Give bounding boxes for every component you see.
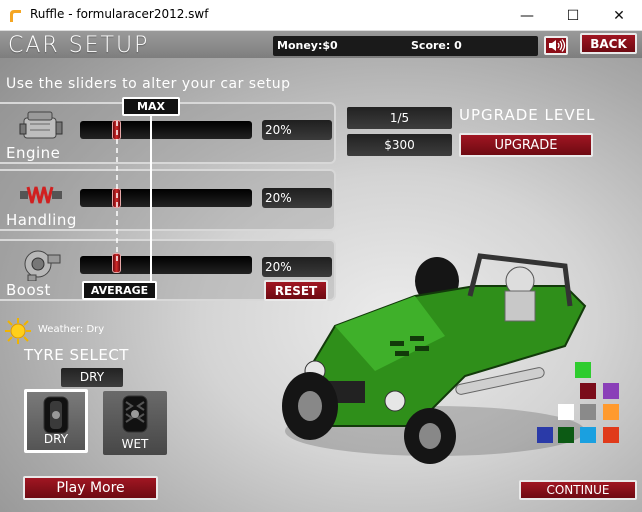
minimize-button[interactable]: —: [504, 0, 550, 31]
game-canvas: CAR SETUP Money:$0 Score: 0 BACK Use the…: [0, 31, 642, 512]
car-color-swatch[interactable]: [580, 404, 596, 420]
dry-tyre-icon: [43, 396, 69, 434]
car-color-swatch[interactable]: [575, 362, 591, 378]
tyre-option-wet[interactable]: WET: [103, 391, 167, 455]
wet-tyre-label: WET: [121, 437, 149, 451]
wet-tyre-icon: [122, 395, 148, 433]
tyre-select-heading: TYRE SELECT: [24, 346, 129, 364]
car-color-swatch[interactable]: [537, 427, 553, 443]
upgrade-level-label: UPGRADE LEVEL: [459, 106, 596, 124]
window-title: Ruffle - formularacer2012.swf: [30, 7, 209, 21]
close-button[interactable]: ✕: [596, 0, 642, 31]
upgrade-button[interactable]: UPGRADE: [459, 133, 593, 157]
car-color-swatch[interactable]: [558, 404, 574, 420]
minimize-icon: —: [520, 7, 534, 24]
car-preview-image: [282, 253, 587, 464]
car-color-swatch[interactable]: [603, 404, 619, 420]
tyre-option-dry[interactable]: DRY: [24, 389, 88, 453]
selected-tyre-label: DRY: [61, 368, 123, 387]
upgrade-count: 1/5: [347, 107, 452, 129]
car-color-swatch[interactable]: [603, 383, 619, 399]
continue-button[interactable]: CONTINUE: [519, 480, 637, 500]
close-icon: ✕: [613, 7, 625, 24]
weather-label: Weather: Dry: [38, 324, 105, 335]
window-titlebar: Ruffle - formularacer2012.swf — ☐ ✕: [0, 0, 642, 31]
max-marker: MAX: [122, 97, 180, 116]
dry-tyre-label: DRY: [43, 432, 69, 446]
maximize-button[interactable]: ☐: [550, 0, 596, 31]
play-more-button[interactable]: Play More: [23, 476, 158, 500]
ruffle-logo-icon: [10, 10, 21, 22]
average-marker: AVERAGE: [82, 281, 157, 300]
car-color-swatch[interactable]: [580, 427, 596, 443]
sun-icon: [5, 318, 31, 344]
car-color-swatch[interactable]: [558, 427, 574, 443]
upgrade-price: $300: [347, 134, 452, 156]
maximize-icon: ☐: [566, 7, 580, 24]
car-color-swatch[interactable]: [603, 427, 619, 443]
car-color-swatch[interactable]: [580, 383, 596, 399]
